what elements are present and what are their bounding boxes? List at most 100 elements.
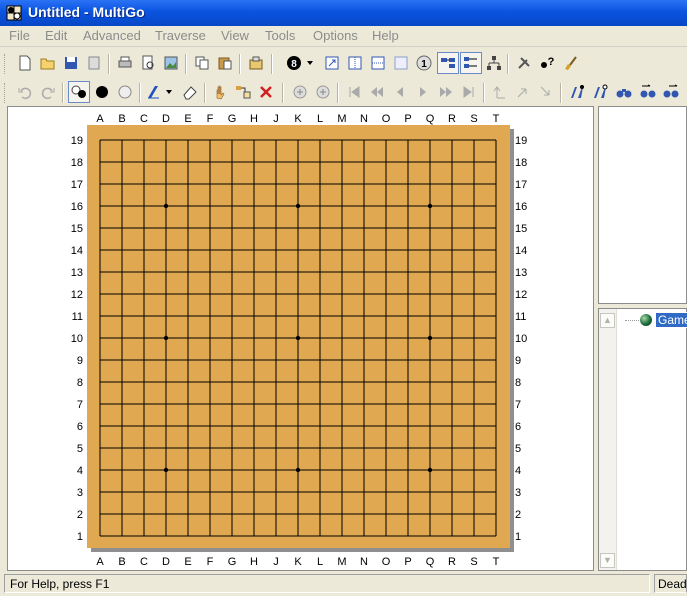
- open-folder-icon[interactable]: [38, 53, 58, 73]
- vertical-split-icon[interactable]: [345, 53, 365, 73]
- coordinate-label: C: [140, 556, 148, 568]
- game-node-icon[interactable]: [640, 314, 652, 326]
- coordinate-label: 10: [515, 333, 527, 345]
- comment-panel[interactable]: [598, 106, 687, 304]
- horizontal-split-icon[interactable]: [368, 53, 388, 73]
- new-file-icon[interactable]: [15, 53, 35, 73]
- go-board[interactable]: AABBCCDDEEFFGGHHJJKKLLMMNNOOPPQQRRSSTT19…: [8, 107, 593, 570]
- save-as-icon[interactable]: [84, 53, 104, 73]
- export-image-icon[interactable]: [161, 53, 181, 73]
- copy-icon[interactable]: [192, 53, 212, 73]
- coordinate-label: L: [317, 113, 323, 125]
- coordinate-label: L: [317, 556, 323, 568]
- white-stone-icon[interactable]: [115, 82, 135, 102]
- game-info-icon[interactable]: [246, 53, 266, 73]
- coordinate-label: J: [273, 113, 279, 125]
- find-icon[interactable]: [567, 82, 587, 102]
- print-preview-icon[interactable]: [138, 53, 158, 73]
- menu-view[interactable]: View: [221, 28, 249, 43]
- menu-file[interactable]: File: [9, 28, 30, 43]
- markup-icon[interactable]: [143, 82, 163, 102]
- coordinate-label: 3: [515, 487, 521, 499]
- forward-icon[interactable]: [413, 82, 433, 102]
- scroll-up-icon[interactable]: ▲: [600, 313, 615, 328]
- branch-up-icon[interactable]: [490, 82, 510, 102]
- eraser-icon[interactable]: [180, 82, 200, 102]
- help-context-icon[interactable]: ?: [537, 53, 557, 73]
- setup-icon[interactable]: [233, 82, 253, 102]
- scroll-down-icon[interactable]: ▼: [600, 553, 615, 568]
- branch-next-icon[interactable]: [536, 82, 556, 102]
- coordinate-label: 14: [515, 245, 527, 257]
- coordinate-label: N: [360, 113, 368, 125]
- coordinate-label: K: [294, 113, 302, 125]
- coordinate-label: 9: [515, 355, 521, 367]
- coordinate-label: B: [118, 556, 125, 568]
- coordinate-label: H: [250, 113, 258, 125]
- redo-icon[interactable]: [38, 82, 58, 102]
- pass-alt-icon[interactable]: [313, 82, 333, 102]
- coordinate-label: 12: [515, 289, 527, 301]
- status-help-text: For Help, press F1: [4, 574, 650, 593]
- pass-icon[interactable]: [290, 82, 310, 102]
- goto-move-icon[interactable]: [322, 53, 342, 73]
- tools-icon[interactable]: [514, 53, 534, 73]
- tree-view-icon[interactable]: [437, 52, 459, 74]
- tree-view-alt-icon[interactable]: [460, 52, 482, 74]
- hand-icon[interactable]: [210, 82, 230, 102]
- find-all-icon[interactable]: [614, 82, 634, 102]
- last-move-icon[interactable]: [459, 82, 479, 102]
- coordinate-label: A: [96, 556, 104, 568]
- coordinate-label: Q: [426, 113, 435, 125]
- paste-icon[interactable]: [215, 53, 235, 73]
- menu-bar: File Edit Advanced Traverse View Tools O…: [0, 26, 687, 47]
- delete-icon[interactable]: [256, 82, 276, 102]
- coordinate-label: 11: [515, 311, 526, 323]
- menu-traverse[interactable]: Traverse: [155, 28, 206, 43]
- menu-advanced[interactable]: Advanced: [83, 28, 141, 43]
- coordinate-label: 2: [515, 509, 521, 521]
- coordinate-label: E: [184, 556, 191, 568]
- title-bar: Untitled - MultiGo: [0, 0, 687, 26]
- undo-icon[interactable]: [15, 82, 35, 102]
- tree-root-label[interactable]: Game: [655, 312, 687, 328]
- tree-scrollbar[interactable]: ▲ ▼: [599, 309, 617, 570]
- black-stone-icon[interactable]: [92, 82, 112, 102]
- menu-edit[interactable]: Edit: [45, 28, 67, 43]
- menu-help[interactable]: Help: [372, 28, 399, 43]
- back-icon[interactable]: [390, 82, 410, 102]
- show-number-icon[interactable]: 1: [414, 53, 434, 73]
- branch-prev-icon[interactable]: [513, 82, 533, 102]
- main-toolbar: 8 1 ?: [0, 50, 687, 78]
- coordinate-label: 13: [71, 267, 83, 279]
- alternate-stones-icon[interactable]: [68, 81, 90, 103]
- dropdown-arrow-icon[interactable]: [305, 53, 315, 73]
- move-number-icon[interactable]: 8: [284, 53, 304, 73]
- game-tree-panel[interactable]: ▲ ▼ Game: [598, 308, 687, 571]
- coordinate-label: K: [294, 556, 302, 568]
- coordinate-label: 13: [515, 267, 527, 279]
- coordinate-label: 12: [71, 289, 83, 301]
- save-icon[interactable]: [61, 53, 81, 73]
- find-last-icon[interactable]: [661, 82, 681, 102]
- fast-forward-icon[interactable]: [436, 82, 456, 102]
- blank-panel-icon[interactable]: [391, 53, 411, 73]
- coordinate-label: 3: [77, 487, 83, 499]
- toolbar-grip[interactable]: [4, 83, 8, 103]
- toolbar-grip[interactable]: [4, 54, 8, 74]
- menu-options[interactable]: Options: [313, 28, 358, 43]
- fast-back-icon[interactable]: [367, 82, 387, 102]
- tree-structure-icon[interactable]: [484, 53, 504, 73]
- find-prev-icon[interactable]: [638, 82, 658, 102]
- print-icon[interactable]: [115, 53, 135, 73]
- find-next-icon[interactable]: [590, 82, 610, 102]
- coordinate-label: H: [250, 556, 258, 568]
- star-point: [427, 203, 433, 209]
- svg-text:1: 1: [421, 59, 427, 70]
- svg-text:8: 8: [291, 59, 297, 70]
- coordinate-label: 7: [515, 399, 521, 411]
- menu-tools[interactable]: Tools: [265, 28, 295, 43]
- brush-icon[interactable]: [560, 53, 580, 73]
- dropdown-arrow-icon[interactable]: [164, 82, 174, 102]
- first-move-icon[interactable]: [344, 82, 364, 102]
